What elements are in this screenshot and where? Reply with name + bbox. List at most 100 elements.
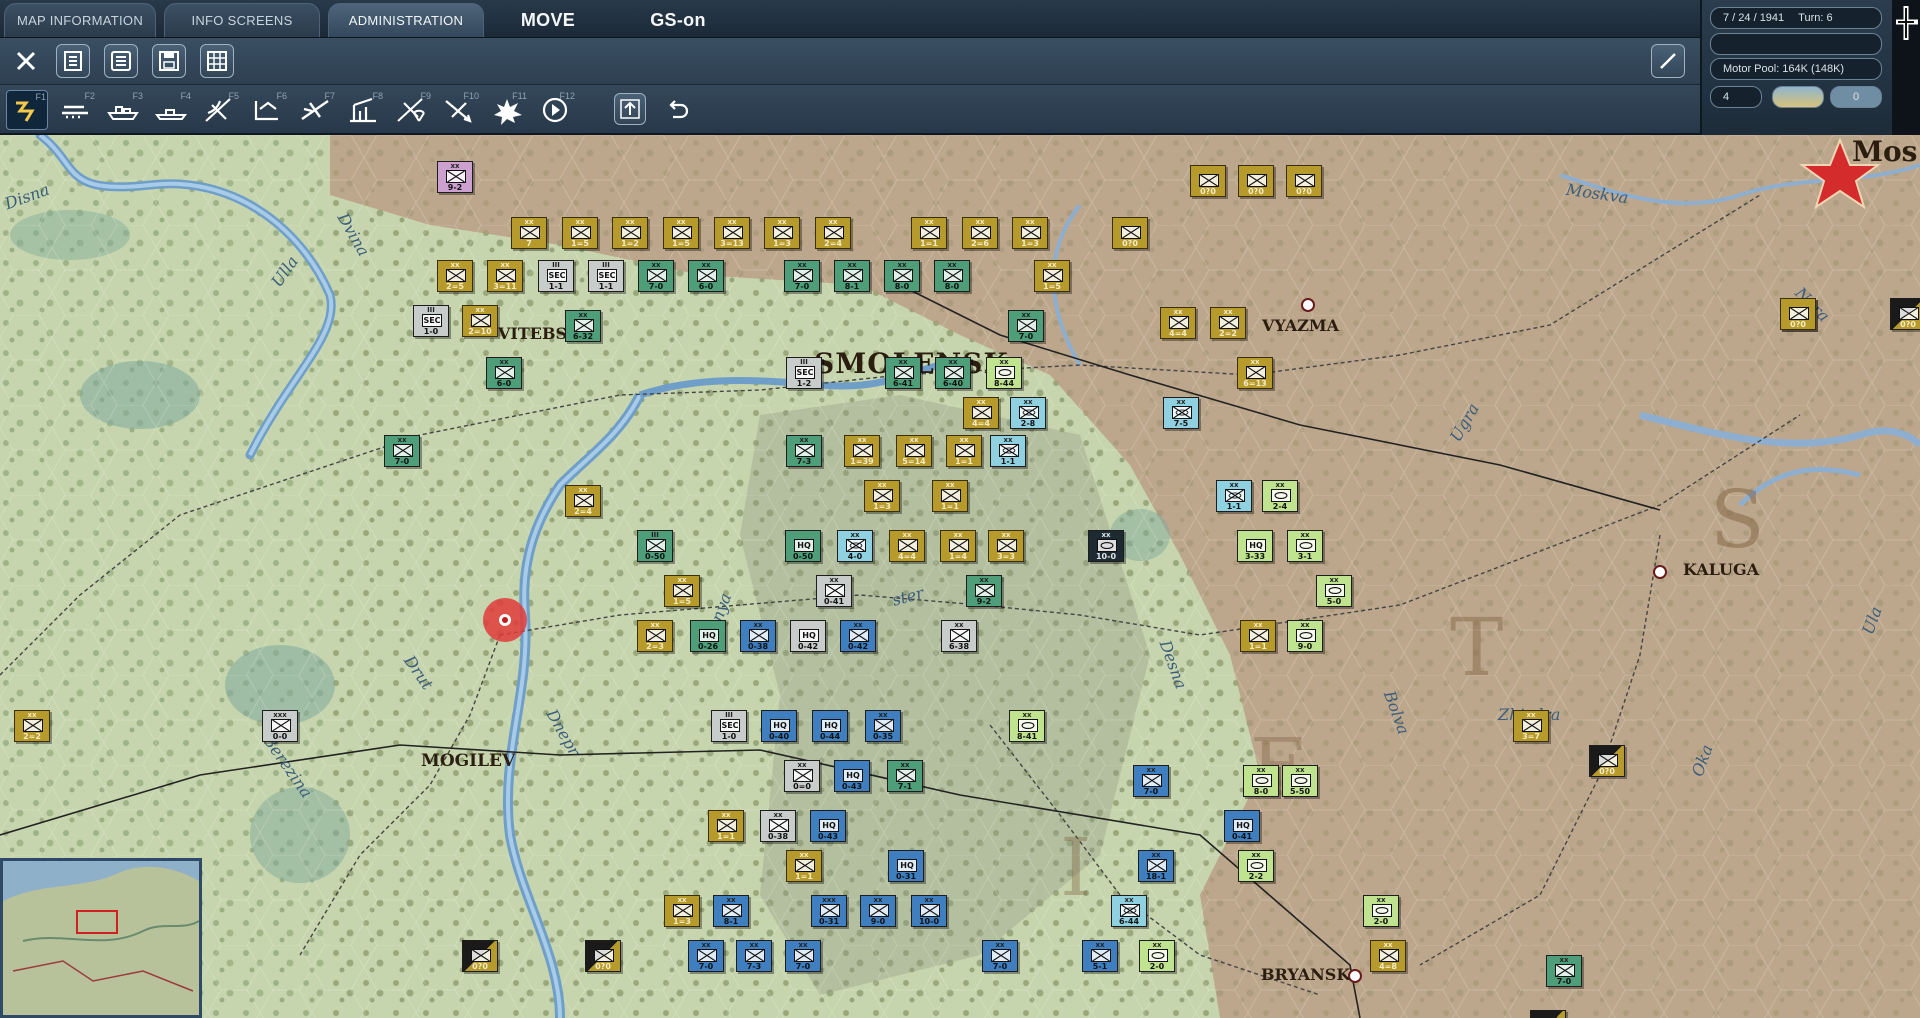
unit-counter[interactable]: III SEC 1-1 (538, 260, 574, 292)
unit-counter[interactable]: xx 9-0 (1287, 620, 1323, 652)
unit-counter[interactable]: xx 10-0 (1088, 530, 1124, 562)
unit-counter[interactable]: xx 6-0 (486, 357, 522, 389)
tool-air-recon[interactable]: F5 (198, 90, 240, 130)
unit-counter[interactable]: xx 7-3 (786, 435, 822, 467)
unit-counter[interactable]: xx 8-0 (1243, 765, 1279, 797)
upload-button[interactable] (614, 93, 646, 125)
tool-rail[interactable]: F2 (54, 90, 96, 130)
unit-counter[interactable]: III SEC 1-1 (588, 260, 624, 292)
unit-counter[interactable]: xx 1=5 (1034, 260, 1070, 292)
tab-info-screens[interactable]: INFO SCREENS (164, 3, 320, 37)
move-mode-button[interactable]: MOVE (500, 3, 596, 37)
unit-counter[interactable]: xx 3=11 (487, 260, 523, 292)
tool-strike[interactable]: F11 (486, 90, 528, 130)
unit-counter[interactable]: xx 4=4 (963, 397, 999, 429)
unit-counter[interactable]: xxx 0-0 (262, 710, 298, 742)
tool-naval[interactable]: F3 (102, 90, 144, 130)
unit-counter[interactable]: xx 2=10 (462, 305, 498, 337)
unit-counter[interactable]: xx 7-0 (982, 940, 1018, 972)
draw-button[interactable] (1651, 44, 1685, 78)
unit-counter[interactable]: xx 1=2 (612, 217, 648, 249)
counter-b-display[interactable]: 0 (1830, 86, 1882, 108)
unit-counter[interactable]: xx 0-41 (816, 575, 852, 607)
unit-counter[interactable]: xx 2-2 (1238, 850, 1274, 882)
unit-counter[interactable]: xx 7 (511, 217, 547, 249)
tool-amphibious[interactable]: F4 (150, 90, 192, 130)
unit-counter[interactable]: 0?0 (462, 940, 498, 972)
weather-indicator[interactable] (1772, 86, 1824, 108)
unit-counter[interactable]: xx 1=5 (663, 217, 699, 249)
unit-counter[interactable]: xx 6-32 (565, 310, 601, 342)
tool-air-transfer[interactable]: F7 (294, 90, 336, 130)
unit-counter[interactable]: xx 3=13 (714, 217, 750, 249)
unit-counter[interactable]: xx 5=14 (896, 435, 932, 467)
unit-counter[interactable]: xx 7-1 (887, 760, 923, 792)
unit-counter[interactable]: xx 7-0 (638, 260, 674, 292)
unit-counter[interactable]: xx 9-2 (437, 161, 473, 193)
unit-counter[interactable]: xx 0-38 (760, 810, 796, 842)
unit-counter[interactable]: xx 4=4 (1160, 307, 1196, 339)
unit-counter[interactable]: xx 5-1 (1082, 940, 1118, 972)
unit-counter[interactable]: 0?0 (1890, 298, 1920, 330)
hex-map[interactable]: S T E I SMOLENSK VITEBS VYAZMA KALUGA MO… (0, 135, 1920, 1018)
undo-button[interactable] (663, 93, 695, 125)
unit-counter[interactable]: xx 8-1 (713, 895, 749, 927)
unit-counter[interactable]: xx 8-44 (986, 357, 1022, 389)
unit-counter[interactable]: xx 1=5 (664, 575, 700, 607)
unit-counter[interactable]: xx 1=1 (708, 810, 744, 842)
unit-counter[interactable]: xx 8-0 (934, 260, 970, 292)
unit-counter[interactable]: xx 1=3 (864, 480, 900, 512)
unit-counter[interactable]: xx 2-0 (1363, 895, 1399, 927)
unit-counter[interactable]: xx 2=2 (1210, 307, 1246, 339)
tool-airlift[interactable]: F6 (246, 90, 288, 130)
tool-ground-support[interactable]: F8 (342, 90, 384, 130)
unit-counter[interactable]: xx 2-4 (1262, 480, 1298, 512)
unit-counter[interactable]: xx 1-1 (990, 435, 1026, 467)
unit-counter[interactable]: HQ 0-40 (761, 710, 797, 742)
unit-counter[interactable]: III SEC 1-2 (786, 357, 822, 389)
unit-counter[interactable]: xx 0-42 (840, 620, 876, 652)
unit-counter[interactable]: 0?0 (1286, 165, 1322, 197)
unit-counter[interactable]: III 0-50 (637, 530, 673, 562)
unit-counter[interactable]: xx 0-38 (740, 620, 776, 652)
unit-counter[interactable]: xx 4=4 (889, 530, 925, 562)
unit-counter[interactable]: xx 7-0 (1008, 310, 1044, 342)
grid-button[interactable] (200, 44, 234, 78)
unit-counter[interactable]: xx 8-41 (1009, 710, 1045, 742)
unit-counter[interactable]: xx 2=4 (565, 485, 601, 517)
unit-counter[interactable]: HQ 0-31 (888, 850, 924, 882)
unit-counter[interactable]: 0?0 (1530, 1010, 1566, 1018)
unit-counter[interactable]: xx 7-5 (1163, 397, 1199, 429)
unit-counter[interactable]: xx 1=1 (1240, 620, 1276, 652)
unit-counter[interactable]: xx 0=0 (784, 760, 820, 792)
unit-counter[interactable]: xx 8-1 (834, 260, 870, 292)
unit-counter[interactable]: HQ 3-33 (1237, 530, 1273, 562)
unit-counter[interactable]: xx 4-0 (837, 530, 873, 562)
unit-counter[interactable]: xx 1=5 (562, 217, 598, 249)
unit-counter[interactable]: xx 2-0 (1139, 940, 1175, 972)
unit-counter[interactable]: 0?0 (585, 940, 621, 972)
tool-move[interactable]: F1 (6, 90, 48, 130)
unit-counter[interactable]: xx 6-0 (688, 260, 724, 292)
tool-paradrop[interactable]: F9 (390, 90, 432, 130)
unit-counter[interactable]: xx 7-0 (688, 940, 724, 972)
list-button[interactable] (104, 44, 138, 78)
unit-counter[interactable]: xx 6=13 (1237, 357, 1273, 389)
unit-counter[interactable]: xx 1=3 (1012, 217, 1048, 249)
unit-counter[interactable]: xx 2=2 (14, 710, 50, 742)
unit-counter[interactable]: xx 1=39 (844, 435, 880, 467)
unit-counter[interactable]: 0?0 (1589, 745, 1625, 777)
tool-bombing[interactable]: F10 (438, 90, 480, 130)
unit-counter[interactable]: xx 7-0 (1133, 765, 1169, 797)
tab-administration[interactable]: ADMINISTRATION (328, 3, 484, 37)
unit-counter[interactable]: xx 2=3 (637, 620, 673, 652)
unit-counter[interactable]: xx 7-0 (784, 260, 820, 292)
unit-counter[interactable]: xx 6-44 (1111, 895, 1147, 927)
unit-counter[interactable]: xx 4=8 (1370, 940, 1406, 972)
unit-list-button[interactable] (56, 44, 90, 78)
tool-end-phase[interactable]: F12 (534, 90, 576, 130)
unit-counter[interactable]: HQ 0-43 (810, 810, 846, 842)
unit-counter[interactable]: xx 1=1 (911, 217, 947, 249)
unit-counter[interactable]: xx 3=3 (988, 530, 1024, 562)
unit-counter[interactable]: 0?0 (1112, 217, 1148, 249)
